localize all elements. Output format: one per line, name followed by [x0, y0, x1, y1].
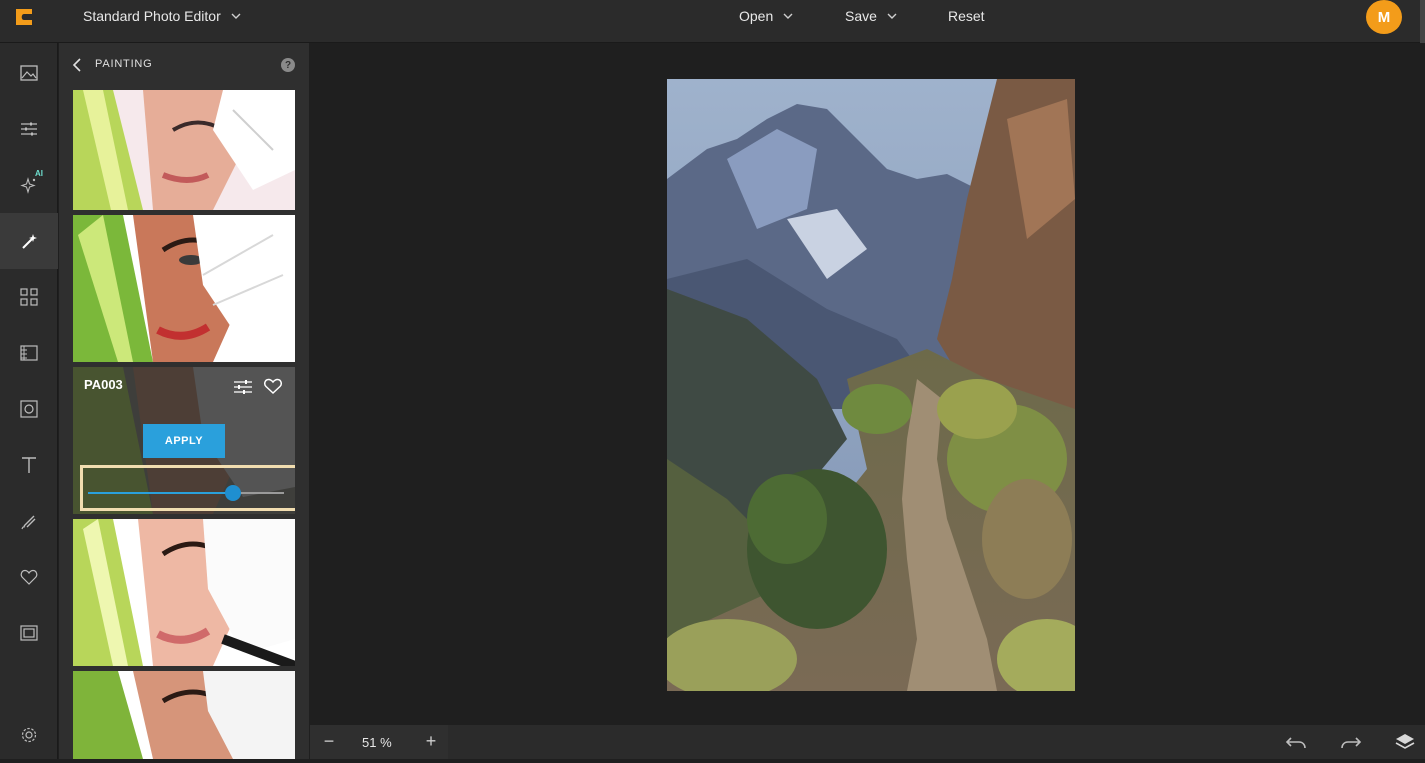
favorite-heart-icon[interactable]: [263, 377, 283, 395]
rail-item-text[interactable]: [0, 437, 58, 493]
effects-panel: PAINTING ? PA003 APPLY: [59, 43, 309, 759]
effect-thumbnail[interactable]: [73, 215, 295, 362]
grid-icon: [20, 288, 38, 306]
effect-name: PA003: [84, 377, 123, 392]
save-menu-label: Save: [845, 8, 877, 24]
magic-wand-icon: [22, 234, 37, 249]
rail-item-effects[interactable]: [0, 213, 58, 269]
back-arrow-icon[interactable]: [71, 57, 85, 73]
reset-button-label: Reset: [948, 8, 985, 24]
edited-photo[interactable]: [667, 79, 1075, 691]
intensity-slider-handle[interactable]: [225, 485, 242, 501]
rail-item-texture[interactable]: [0, 325, 58, 381]
rail-item-settings[interactable]: [0, 707, 58, 763]
border-icon: [20, 625, 38, 641]
chevron-down-icon: [887, 13, 897, 19]
undo-icon[interactable]: [1285, 732, 1307, 752]
intensity-slider-track[interactable]: [88, 485, 284, 501]
open-menu-label: Open: [739, 8, 774, 24]
settings-icon: [21, 727, 37, 743]
rail-item-adjust[interactable]: [0, 101, 58, 157]
user-avatar[interactable]: M: [1366, 0, 1402, 34]
chevron-down-icon: [783, 13, 793, 19]
scroll-edge: [1420, 0, 1425, 43]
zoom-out-button[interactable]: −: [319, 731, 339, 751]
effect-thumbnail[interactable]: [73, 519, 295, 666]
ai-badge: AI: [35, 169, 43, 178]
effect-thumbnail[interactable]: [73, 90, 295, 210]
rail-item-collage[interactable]: [0, 269, 58, 325]
intensity-slider-highlight: [80, 465, 295, 511]
rail-item-border[interactable]: [0, 605, 58, 661]
top-bar: Standard Photo Editor Open Save Reset M: [0, 0, 1425, 43]
heart-icon: [20, 569, 38, 585]
layers-icon[interactable]: [1394, 732, 1416, 752]
app-logo-icon[interactable]: [12, 5, 36, 29]
adjust-sliders-icon[interactable]: [233, 378, 253, 396]
zoom-control: − 51 % +: [310, 725, 448, 759]
canvas-area[interactable]: [310, 43, 1425, 724]
intensity-slider-fill: [88, 492, 234, 494]
app-title-label: Standard Photo Editor: [83, 8, 221, 24]
rail-item-frames[interactable]: [0, 381, 58, 437]
sliders-icon: [21, 122, 37, 136]
redo-icon[interactable]: [1340, 732, 1362, 752]
text-icon: [22, 457, 36, 473]
rail-item-favorites[interactable]: [0, 549, 58, 605]
apply-button[interactable]: APPLY: [143, 424, 225, 458]
rail-item-ai[interactable]: AI: [0, 157, 58, 213]
zoom-level: 51 %: [362, 735, 392, 750]
texture-icon: [20, 345, 38, 361]
ai-sparkle-icon: [20, 177, 36, 194]
reset-button[interactable]: Reset: [948, 8, 985, 24]
help-icon[interactable]: ?: [281, 58, 295, 72]
rail-item-draw[interactable]: [0, 493, 58, 549]
tool-rail: AI: [0, 43, 58, 759]
selected-effect-card[interactable]: PA003 APPLY: [73, 367, 295, 514]
rail-item-image[interactable]: [0, 45, 58, 101]
zoom-in-button[interactable]: +: [421, 731, 441, 751]
panel-header: PAINTING ?: [59, 43, 309, 88]
panel-title: PAINTING: [95, 58, 153, 70]
bottom-bar: − 51 % +: [310, 725, 1425, 759]
frame-icon: [20, 400, 38, 418]
app-mode-dropdown[interactable]: Standard Photo Editor: [83, 8, 241, 24]
save-menu[interactable]: Save: [845, 8, 897, 24]
chevron-down-icon: [231, 13, 241, 19]
image-icon: [20, 65, 38, 81]
effect-thumbnail[interactable]: [73, 671, 295, 759]
brush-icon: [21, 515, 36, 530]
open-menu[interactable]: Open: [739, 8, 793, 24]
